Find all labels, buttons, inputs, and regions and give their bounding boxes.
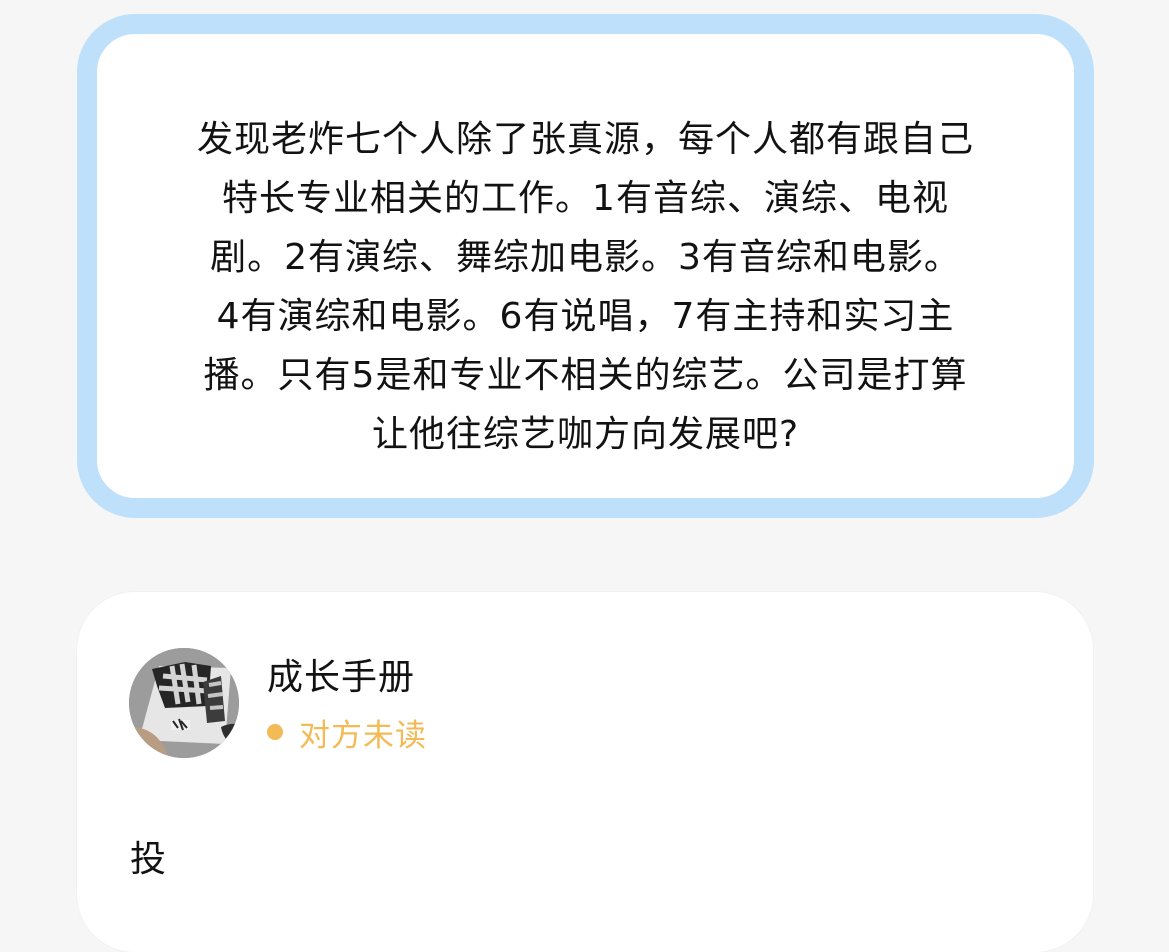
question-line-2: 特长专业相关的工作。1有音综、演综、电视 — [222, 178, 949, 219]
answer-preview-text: 投 — [130, 839, 167, 880]
question-line-6: 让他往综艺咖方向发展吧? — [371, 414, 800, 455]
question-line-4: 4有演综和电影。6有说唱，7有主持和实习主 — [216, 296, 955, 337]
question-line-5: 播。只有5是和专业不相关的综艺。公司是打算 — [203, 355, 968, 396]
book-avatar-icon[interactable] — [129, 648, 239, 758]
answer-card[interactable]: 成长手册 对方未读 投 — [77, 592, 1093, 952]
read-status-label: 对方未读 — [299, 717, 427, 754]
read-status: 对方未读 — [267, 714, 427, 754]
question-card[interactable]: 发现老炸七个人除了张真源，每个人都有跟自己 特长专业相关的工作。1有音综、演综、… — [77, 14, 1094, 518]
avatar-image — [129, 648, 239, 758]
question-line-3: 剧。2有演综、舞综加电影。3有音综和电影。 — [210, 237, 961, 278]
question-line-1: 发现老炸七个人除了张真源，每个人都有跟自己 — [196, 119, 974, 160]
question-text: 发现老炸七个人除了张真源，每个人都有跟自己 特长专业相关的工作。1有音综、演综、… — [147, 110, 1024, 464]
sender-name[interactable]: 成长手册 — [267, 656, 415, 700]
status-dot-icon — [267, 724, 283, 740]
